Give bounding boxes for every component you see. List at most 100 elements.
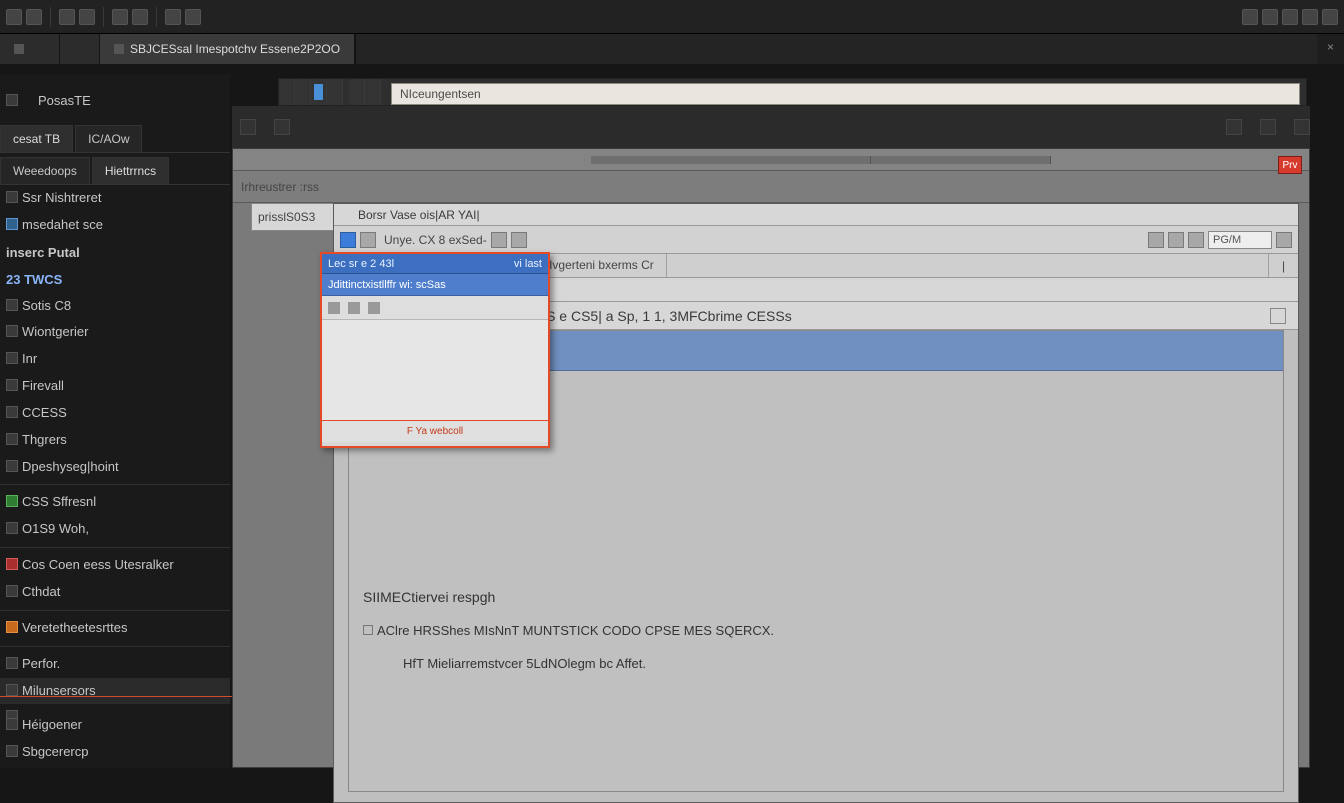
- popup-footer: F Ya webcoll: [322, 420, 548, 442]
- heading-label: inserc Putal: [6, 245, 80, 260]
- tree-item[interactable]: Perfor.: [0, 651, 230, 678]
- explorer-tab[interactable]: cesat TB: [0, 125, 73, 152]
- divider: [0, 484, 230, 485]
- item-label: Cos Coen eess Utesralker: [22, 557, 174, 572]
- item-label: msedahet sce: [22, 217, 103, 232]
- ws-tab[interactable]: [591, 156, 871, 164]
- tree-item[interactable]: Ssr Nishtreret: [0, 185, 230, 212]
- tree-item[interactable]: Cos Coen eess Utesralker: [0, 552, 230, 579]
- tree-item[interactable]: msedahet sce: [0, 212, 230, 239]
- subtab-label: Ivgerteni bxerms Cr: [549, 258, 654, 272]
- tree-item[interactable]: CCESS: [0, 400, 230, 427]
- explorer-subtab[interactable]: Hiettrrncs: [92, 157, 169, 184]
- tool-icon[interactable]: [112, 9, 128, 25]
- tool-icon[interactable]: [26, 9, 42, 25]
- small-input[interactable]: PG/M: [1208, 231, 1272, 249]
- popup-titlebar[interactable]: Lec sr e 2 43l vi last: [322, 254, 548, 274]
- tabs-overflow[interactable]: ×: [1317, 34, 1344, 64]
- item-label: Wiontgerier: [22, 324, 88, 339]
- tree-item[interactable]: Sbgcerercp: [0, 739, 230, 766]
- gear-icon[interactable]: [1322, 9, 1338, 25]
- maximize-icon[interactable]: [1270, 308, 1286, 324]
- floating-panel[interactable]: Lec sr e 2 43l vi last Jdittinctxistllff…: [320, 252, 550, 448]
- layout-icon[interactable]: [1302, 9, 1318, 25]
- item-label: Veretetheetesrttes: [22, 620, 128, 635]
- layout-icon[interactable]: [1282, 9, 1298, 25]
- tool-icon[interactable]: [165, 9, 181, 25]
- workspace-tab-row: [233, 149, 1309, 171]
- view-mode-icon[interactable]: [295, 79, 311, 105]
- tool-icon[interactable]: [368, 302, 380, 314]
- close-label: Prv: [1283, 160, 1298, 171]
- nav-icon[interactable]: [511, 232, 527, 248]
- tool-icon[interactable]: [6, 9, 22, 25]
- tree-item[interactable]: O1S9 Woh,: [0, 516, 230, 543]
- item-label: Cthdat: [22, 584, 60, 599]
- user-icon[interactable]: [1242, 9, 1258, 25]
- explorer-tab[interactable]: IC/AOw: [75, 125, 142, 152]
- workspace-header: Irhreustrer :rss: [233, 149, 1309, 203]
- tree-item[interactable]: Veretetheetesrttes: [0, 615, 230, 642]
- nav-icon[interactable]: [1168, 232, 1184, 248]
- popup-body: [322, 296, 548, 420]
- tab-blank[interactable]: [0, 34, 60, 64]
- tool-icon[interactable]: [1294, 119, 1310, 135]
- tree-item[interactable]: Wiontgerier: [0, 319, 230, 346]
- tool-icon[interactable]: [132, 9, 148, 25]
- tree-item[interactable]: Thgrers: [0, 427, 230, 454]
- tool-icon[interactable]: [59, 9, 75, 25]
- view-mode-icon[interactable]: [349, 79, 365, 105]
- explorer-header-item[interactable]: cesat TB PosasTE: [0, 88, 230, 115]
- app-toolbar: [0, 0, 1344, 34]
- nav-back-icon[interactable]: [360, 232, 376, 248]
- line-text: AClre HRSShes MIsNnT MUNTSTICK CODO CPSE…: [377, 623, 774, 638]
- explorer-subtab[interactable]: Weeedoops: [0, 157, 90, 184]
- tree-item[interactable]: Dpeshyseg|hoint: [0, 454, 230, 481]
- line-text: HfT Mieliarremstvcer 5LdNOlegm bc Affet.: [403, 656, 646, 671]
- view-mode-icon[interactable]: [365, 79, 381, 105]
- tree-heading: inserc Putal: [0, 239, 230, 266]
- tool-icon[interactable]: [1260, 119, 1276, 135]
- nav-icon[interactable]: [1148, 232, 1164, 248]
- tool-icon[interactable]: [348, 302, 360, 314]
- info-label: Irhreustrer :rss: [241, 180, 319, 194]
- tab-label: SBJCESsal Imespotchv Essene2P2OO: [130, 42, 340, 56]
- tool-icon[interactable]: [185, 9, 201, 25]
- heading-text: SIIMECtiervei respgh: [363, 589, 495, 605]
- subtab[interactable]: Ivgerteni bxerms Cr: [537, 254, 667, 277]
- tree-item[interactable]: Héigoener: [0, 712, 230, 739]
- view-mode-icon[interactable]: [311, 79, 327, 105]
- view-mode-icon[interactable]: [327, 79, 343, 105]
- tool-icon[interactable]: [274, 119, 290, 135]
- tool-icon[interactable]: [328, 302, 340, 314]
- item-label: Inr: [22, 351, 37, 366]
- subtab-counter: |: [1268, 254, 1298, 277]
- view-mode-icon[interactable]: [279, 79, 295, 105]
- workspace-dropdown[interactable]: NIceungentsen: [391, 83, 1300, 105]
- tab-active[interactable]: SBJCESsal Imespotchv Essene2P2OO: [100, 34, 355, 64]
- ws-tab[interactable]: [871, 156, 1051, 164]
- tool-icon[interactable]: [79, 9, 95, 25]
- item-label: Ssr Nishtreret: [22, 190, 101, 205]
- tool-icon[interactable]: [1226, 119, 1242, 135]
- tree-item[interactable]: [0, 704, 230, 712]
- tree-item[interactable]: Sotis C8: [0, 293, 230, 320]
- tab-small[interactable]: [60, 34, 100, 64]
- tree-group-title: 23 TWCS: [0, 266, 230, 293]
- layout-icon[interactable]: [1262, 9, 1278, 25]
- tree-item[interactable]: Inr: [0, 346, 230, 373]
- tree-item[interactable]: Cthdat: [0, 579, 230, 606]
- tool-icon[interactable]: [240, 119, 256, 135]
- tree-item[interactable]: CSS Sffresnl: [0, 489, 230, 516]
- workspace-area: Irhreustrer :rss prisslS0S3 Borsr Vase o…: [232, 148, 1310, 768]
- item-label: Sbgcerercp: [22, 744, 88, 759]
- explorer-subtabs: Weeedoops Hiettrrncs: [0, 153, 230, 185]
- close-button[interactable]: Prv: [1278, 156, 1302, 174]
- tree-item-selected[interactable]: Milunsersors: [0, 678, 230, 705]
- nav-icon[interactable]: [491, 232, 507, 248]
- toolbar-dropdown-row: NIceungentsen: [278, 78, 1307, 106]
- nav-icon[interactable]: [1188, 232, 1204, 248]
- tree-item[interactable]: Firevall: [0, 373, 230, 400]
- nav-icon[interactable]: [1276, 232, 1292, 248]
- app-icon: [340, 209, 352, 221]
